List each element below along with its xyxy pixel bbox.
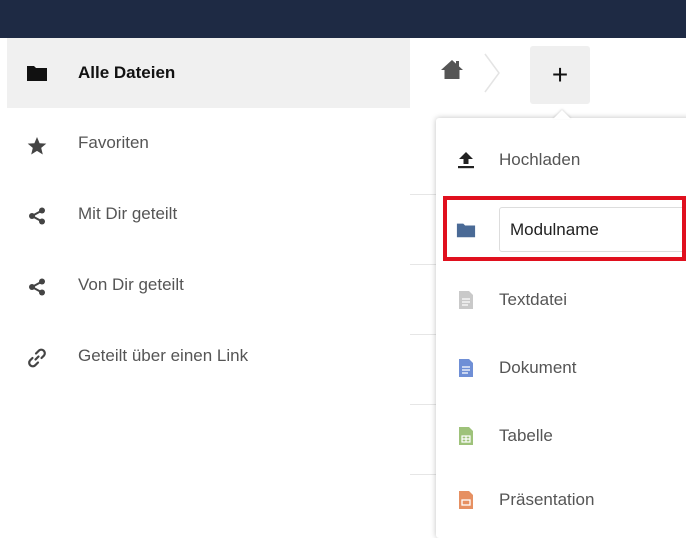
sidebar-item-shared-by-you[interactable]: Von Dir geteilt [7, 252, 410, 322]
home-icon [440, 58, 464, 85]
sidebar: Alle Dateien Favoriten Mit Dir geteilt V… [7, 38, 410, 523]
sidebar-item-label: Mit Dir geteilt [78, 204, 178, 223]
sidebar-item-label: Geteilt über einen Link [78, 346, 249, 365]
menu-item-upload[interactable]: Hochladen [436, 126, 686, 194]
new-button[interactable]: + [530, 46, 590, 104]
link-icon [26, 347, 48, 369]
document-icon [456, 357, 476, 379]
sidebar-item-label: Alle Dateien [78, 63, 176, 82]
sidebar-item-shared-by-link[interactable]: Geteilt über einen Link [7, 323, 410, 393]
star-icon [26, 135, 48, 157]
home-breadcrumb[interactable] [437, 56, 467, 86]
upload-icon [456, 149, 476, 171]
menu-item-label: Dokument [499, 358, 577, 377]
menu-arrow [553, 110, 571, 119]
sidebar-item-label: Favoriten [78, 133, 149, 152]
menu-item-presentation[interactable]: Präsentation [436, 466, 686, 534]
sidebar-item-all-files[interactable]: Alle Dateien [7, 38, 410, 108]
share-icon [26, 276, 48, 298]
sidebar-item-label: Von Dir geteilt [78, 275, 184, 294]
menu-item-label: Textdatei [499, 290, 568, 309]
top-bar [0, 0, 686, 38]
menu-item-spreadsheet[interactable]: Tabelle [436, 402, 686, 470]
spreadsheet-icon [456, 425, 476, 447]
folder-icon [26, 62, 48, 84]
sidebar-item-favorites[interactable]: Favoriten [7, 111, 410, 181]
text-file-icon [456, 289, 476, 311]
menu-item-label: Präsentation [499, 490, 595, 509]
breadcrumb-separator [483, 52, 501, 99]
menu-item-text-file[interactable]: Textdatei [436, 266, 686, 334]
menu-item-label: Tabelle [499, 426, 553, 445]
menu-item-document[interactable]: Dokument [436, 334, 686, 402]
presentation-icon [456, 489, 476, 511]
plus-icon: + [551, 59, 569, 90]
share-icon [26, 205, 48, 227]
highlight-box [443, 196, 686, 261]
sidebar-item-shared-with-you[interactable]: Mit Dir geteilt [7, 181, 410, 251]
menu-item-label: Hochladen [499, 150, 581, 169]
